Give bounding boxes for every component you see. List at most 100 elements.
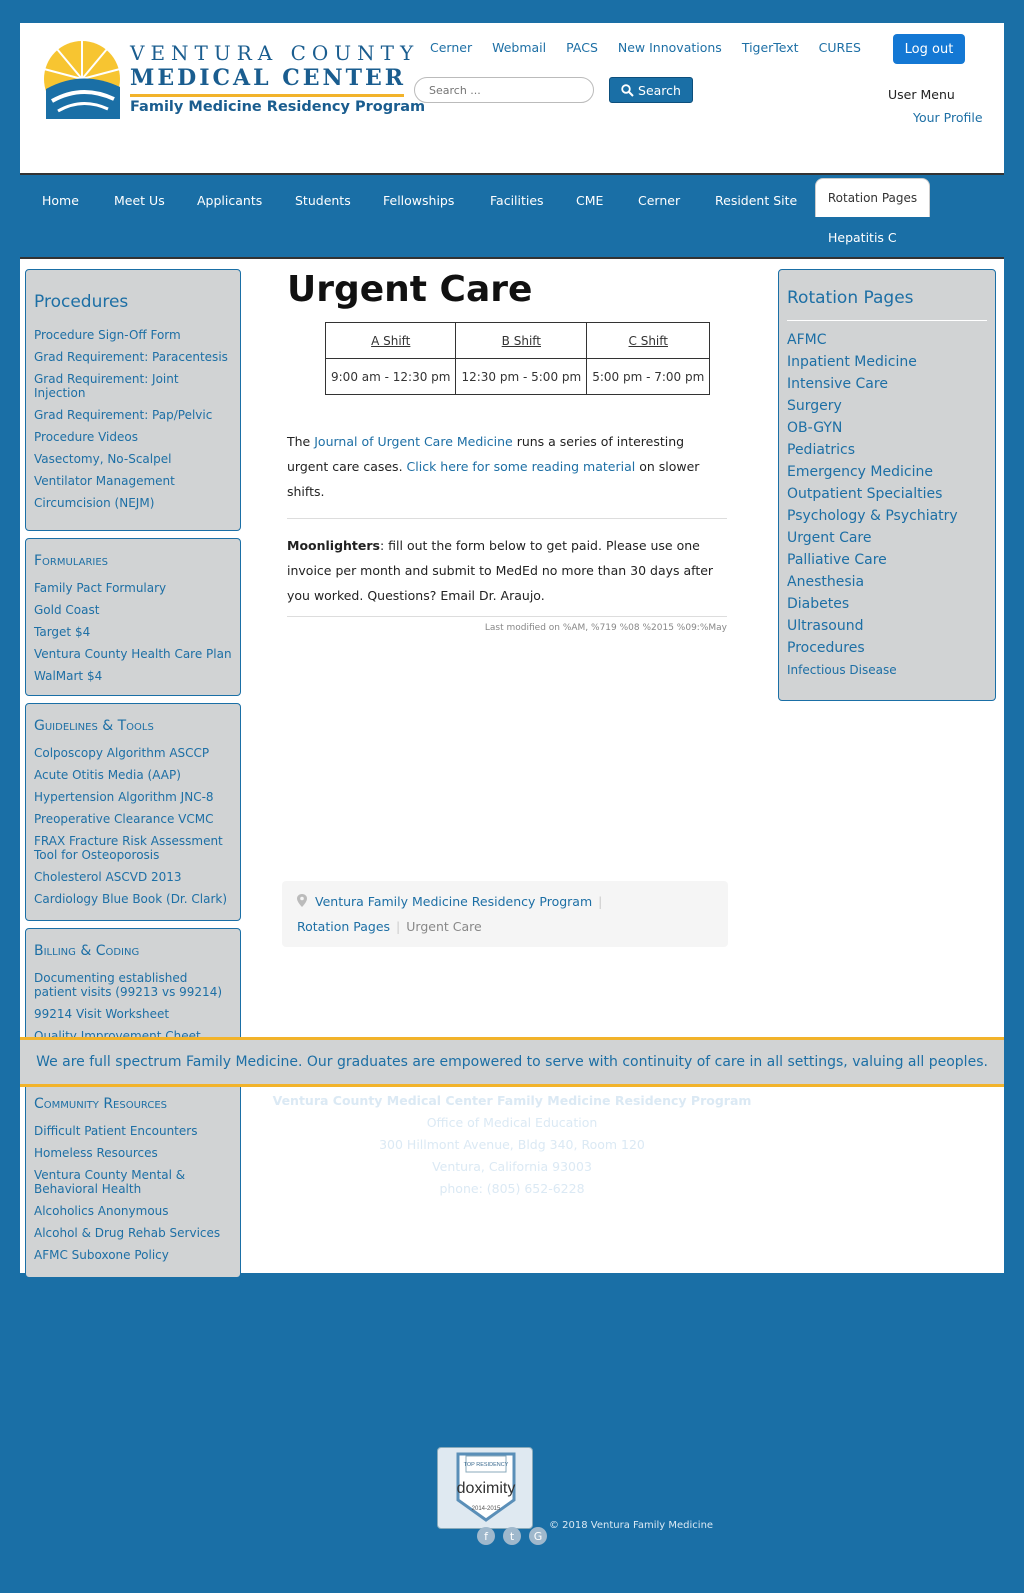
guidelines-link[interactable]: Colposcopy Algorithm ASCCP [34,746,232,760]
nav-meet-us[interactable]: Meet Us [114,193,165,208]
procedures-link[interactable]: Procedure Videos [34,430,232,444]
rotation-link[interactable]: Inpatient Medicine [787,351,987,373]
site-logo[interactable]: VENTURA COUNTY MEDICAL CENTER Family Med… [42,39,425,123]
page-title: Urgent Care [287,269,533,310]
procedures-link[interactable]: Procedure Sign-Off Form [34,328,232,342]
formularies-link[interactable]: Ventura County Health Care Plan [34,647,232,661]
procedures-link[interactable]: Grad Requirement: Joint Injection [34,372,232,400]
your-profile-link[interactable]: Your Profile [913,110,983,125]
nav-rotation-pages[interactable]: Rotation Pages [815,178,930,217]
formularies-link[interactable]: Family Pact Formulary [34,581,232,595]
rotation-link[interactable]: Diabetes [787,593,987,615]
footer-city: Ventura, California 93003 [432,1159,592,1174]
top-link-new-innovations[interactable]: New Innovations [618,40,722,55]
shift-header: C Shift [586,322,711,359]
nav-sub-hepatitis-c[interactable]: Hepatitis C [828,230,897,245]
formularies-link[interactable]: Target $4 [34,625,232,639]
procedures-link[interactable]: Ventilator Management [34,474,232,488]
search-button-label: Search [638,82,681,98]
badge-name-text: doximity [457,1480,516,1497]
billing-link[interactable]: Documenting established patient visits (… [34,971,232,999]
guidelines-link[interactable]: Hypertension Algorithm JNC-8 [34,790,232,804]
breadcrumb-home[interactable]: Ventura Family Medicine Residency Progra… [315,894,592,909]
rotation-link[interactable]: Surgery [787,395,987,417]
footer-phone: phone: (805) 652-6228 [439,1181,585,1196]
rotation-pages-title: Rotation Pages [787,288,914,308]
formularies-title: Formularies [34,553,109,569]
search-input[interactable] [414,77,594,103]
moonlighters-paragraph: Moonlighters: fill out the form below to… [287,533,727,608]
location-pin-icon [297,894,307,907]
breadcrumb-separator: | [598,894,603,909]
procedures-link[interactable]: Vasectomy, No-Scalpel [34,452,232,466]
formularies-link[interactable]: WalMart $4 [34,669,232,683]
guidelines-link[interactable]: Cardiology Blue Book (Dr. Clark) [34,892,232,906]
doximity-badge[interactable]: TOP RESIDENCY doximity 2014-2015 [437,1447,533,1529]
top-link-webmail[interactable]: Webmail [492,40,546,55]
footer-address: 300 Hillmont Avenue, Bldg 340, Room 120 [379,1137,645,1152]
procedures-title: Procedures [34,292,129,312]
shift-time: 9:00 am - 12:30 pm [324,358,457,395]
shift-time: 5:00 pm - 7:00 pm [586,358,711,395]
guidelines-link[interactable]: Acute Otitis Media (AAP) [34,768,232,782]
guidelines-link[interactable]: Cholesterol ASCVD 2013 [34,870,232,884]
shift-time: 12:30 pm - 5:00 pm [455,358,588,395]
rotation-link[interactable]: Urgent Care [787,527,987,549]
social-links: f t G [477,1527,547,1545]
billing-link[interactable]: 99214 Visit Worksheet [34,1007,232,1021]
breadcrumb-separator: | [396,919,401,934]
nav-cerner[interactable]: Cerner [638,193,680,208]
nav-applicants[interactable]: Applicants [197,193,262,208]
rotation-link[interactable]: AFMC [787,329,987,351]
divider [287,518,727,519]
twitter-icon[interactable]: t [503,1527,521,1545]
top-link-cerner[interactable]: Cerner [430,40,472,55]
rotation-pages-box: Rotation Pages AFMC Inpatient Medicine I… [778,269,996,701]
nav-students[interactable]: Students [295,193,351,208]
formularies-box: Formularies Family Pact Formulary Gold C… [25,538,241,696]
user-menu-heading: User Menu [888,87,955,102]
last-modified: Last modified on %AM, %719 %08 %2015 %09… [484,623,727,633]
footer: Ventura County Medical Center Family Med… [20,1090,1004,1200]
search-icon [621,83,634,97]
rotation-link[interactable]: Procedures [787,637,987,659]
journal-link[interactable]: Journal of Urgent Care Medicine [314,434,512,449]
procedures-link[interactable]: Circumcision (NEJM) [34,496,232,510]
facebook-icon[interactable]: f [477,1527,495,1545]
nav-cme[interactable]: CME [576,193,603,208]
top-link-pacs[interactable]: PACS [566,40,598,55]
community-link[interactable]: Alcohol & Drug Rehab Services [34,1226,232,1240]
guidelines-link[interactable]: Preoperative Clearance VCMC [34,812,232,826]
moonlighters-label: Moonlighters [287,538,380,553]
search-button[interactable]: Search [609,77,693,103]
rotation-link[interactable]: Pediatrics [787,439,987,461]
rotation-link[interactable]: OB-GYN [787,417,987,439]
nav-home[interactable]: Home [42,193,79,208]
breadcrumb-rotation-pages[interactable]: Rotation Pages [297,919,390,934]
rotation-link[interactable]: Palliative Care [787,549,987,571]
procedures-link[interactable]: Grad Requirement: Paracentesis [34,350,232,364]
logout-button[interactable]: Log out [893,34,965,64]
rotation-link[interactable]: Psychology & Psychiatry [787,505,987,527]
breadcrumb-current: Urgent Care [406,919,482,934]
doximity-badge-icon: TOP RESIDENCY doximity 2014-2015 [456,1452,516,1522]
guidelines-link[interactable]: FRAX Fracture Risk Assessment Tool for O… [34,834,232,862]
procedures-link[interactable]: Grad Requirement: Pap/Pelvic [34,408,232,422]
nav-fellowships[interactable]: Fellowships [383,193,454,208]
rotation-link[interactable]: Outpatient Specialties [787,483,987,505]
community-link[interactable]: AFMC Suboxone Policy [34,1248,232,1262]
top-link-cures[interactable]: CURES [819,40,861,55]
rotation-link[interactable]: Emergency Medicine [787,461,987,483]
formularies-link[interactable]: Gold Coast [34,603,232,617]
divider [787,320,987,321]
nav-facilities[interactable]: Facilities [490,193,544,208]
rotation-link[interactable]: Intensive Care [787,373,987,395]
reading-material-link[interactable]: Click here for some reading material [407,459,636,474]
rotation-link[interactable]: Ultrasound [787,615,987,637]
community-link[interactable]: Alcoholics Anonymous [34,1204,232,1218]
top-link-tigertext[interactable]: TigerText [742,40,799,55]
google-plus-icon[interactable]: G [529,1527,547,1545]
rotation-link[interactable]: Anesthesia [787,571,987,593]
rotation-link-infectious-disease[interactable]: Infectious Disease [787,659,987,681]
nav-resident-site[interactable]: Resident Site [715,193,797,208]
